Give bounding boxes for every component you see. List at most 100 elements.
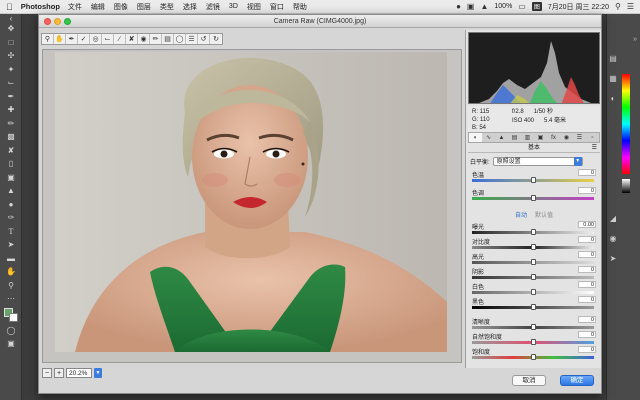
default-link[interactable]: 默认值 xyxy=(535,210,553,219)
toolbar-collapse-icon[interactable]: ‹ xyxy=(0,14,22,23)
color-sampler-icon[interactable]: ✓ xyxy=(78,34,90,44)
healing-tool-icon[interactable]: ✚ xyxy=(0,103,22,117)
cancel-button[interactable]: 取消 xyxy=(512,375,546,386)
slider-thumb[interactable] xyxy=(531,177,536,183)
slider-tint[interactable]: 色调 0 xyxy=(470,187,598,204)
slider-value-field[interactable]: 0 xyxy=(578,251,596,258)
path-select-icon[interactable]: ➤ xyxy=(0,238,22,252)
rotate-cw-icon[interactable]: ↻ xyxy=(210,34,222,44)
lasso-tool-icon[interactable]: ✣ xyxy=(0,49,22,63)
slider-value-field[interactable]: 0 xyxy=(578,346,596,353)
spot-removal-icon[interactable]: ✘ xyxy=(126,34,138,44)
brush-tool-icon[interactable]: ✏ xyxy=(0,117,22,131)
slider-value-field[interactable]: 0 xyxy=(578,296,596,303)
tab-detail-icon[interactable]: ▲ xyxy=(495,133,508,142)
menu-type[interactable]: 类型 xyxy=(160,2,174,12)
history-panel-icon[interactable]: ▤ xyxy=(608,54,618,64)
hand-icon[interactable]: ✋ xyxy=(54,34,66,44)
menu-edit[interactable]: 编辑 xyxy=(91,2,105,12)
image-preview[interactable] xyxy=(42,49,462,363)
slider-value-field[interactable]: 0 xyxy=(578,266,596,273)
rotate-ccw-icon[interactable]: ↺ xyxy=(198,34,210,44)
tab-hsl-icon[interactable]: ▤ xyxy=(508,133,521,142)
straighten-icon[interactable]: ∕ xyxy=(114,34,126,44)
quick-select-icon[interactable]: ✦ xyxy=(0,63,22,77)
tab-basic-icon[interactable]: ◐ xyxy=(469,133,482,142)
adjustment-brush-icon[interactable]: ✏ xyxy=(150,34,162,44)
zoom-tool-icon[interactable]: ⚲ xyxy=(0,279,22,293)
white-balance-icon[interactable]: ✒ xyxy=(66,34,78,44)
tab-presets-icon[interactable]: ☰ xyxy=(573,133,586,142)
menu-window[interactable]: 窗口 xyxy=(270,2,284,12)
blur-tool-icon[interactable]: ▲ xyxy=(0,184,22,198)
tab-effects-icon[interactable]: fx xyxy=(547,133,560,142)
minimize-window-icon[interactable] xyxy=(54,18,61,25)
quick-mask-icon[interactable]: ◯ xyxy=(0,324,22,338)
channels-panel-icon[interactable]: ◉ xyxy=(608,234,618,244)
slider-thumb[interactable] xyxy=(531,259,536,265)
portrait-photo[interactable] xyxy=(55,52,447,352)
zoom-dropdown-icon[interactable]: ▼ xyxy=(94,368,102,378)
app-menu[interactable]: Photoshop xyxy=(21,2,60,11)
tab-snapshots-icon[interactable]: ▫ xyxy=(586,133,599,142)
tab-camera-calibration-icon[interactable]: ◉ xyxy=(560,133,573,142)
history-brush-icon[interactable]: ✘ xyxy=(0,144,22,158)
clone-stamp-icon[interactable]: ▩ xyxy=(0,130,22,144)
display-icon[interactable]: ▣ xyxy=(467,2,475,11)
panel-menu-icon[interactable]: ☰ xyxy=(592,144,597,151)
chevron-down-icon[interactable]: ▼ xyxy=(573,156,582,166)
spotlight-icon[interactable]: ⚲ xyxy=(615,2,621,11)
type-tool-icon[interactable]: T xyxy=(0,225,22,239)
slider-value-field[interactable]: 0 xyxy=(578,236,596,243)
menu-select[interactable]: 选择 xyxy=(183,2,197,12)
slider-value-field[interactable]: 0 xyxy=(578,281,596,288)
eyedropper-tool-icon[interactable]: ✒ xyxy=(0,90,22,104)
battery-icon[interactable]: ▭ xyxy=(518,2,526,11)
properties-panel-icon[interactable]: ▦ xyxy=(608,74,618,84)
slider-value-field[interactable]: 0 xyxy=(578,331,596,338)
graduated-filter-icon[interactable]: ▤ xyxy=(162,34,174,44)
input-method-badge[interactable]: 图 xyxy=(531,2,542,11)
gradient-tool-icon[interactable]: ▣ xyxy=(0,171,22,185)
slider-temperature[interactable]: 色温 0 xyxy=(470,169,598,186)
crop-tool-icon[interactable]: ⌙ xyxy=(0,76,22,90)
apple-icon[interactable]:  xyxy=(6,2,13,12)
grayscale-ramp[interactable] xyxy=(622,179,630,193)
menu-file[interactable]: 文件 xyxy=(68,2,82,12)
slider-thumb[interactable] xyxy=(531,354,536,360)
zoom-window-icon[interactable] xyxy=(64,18,71,25)
adjustments-panel-icon[interactable]: ◐ xyxy=(608,94,618,104)
auto-link[interactable]: 自动 xyxy=(515,210,527,219)
slider-value-field[interactable]: 0 xyxy=(578,187,596,194)
zoom-icon[interactable]: ⚲ xyxy=(42,34,54,44)
slider-thumb[interactable] xyxy=(531,304,536,310)
slider-value-field[interactable]: 0 xyxy=(578,316,596,323)
slider-value-field[interactable]: 0.00 xyxy=(578,221,596,228)
notification-center-icon[interactable]: ☰ xyxy=(627,2,634,11)
menu-view[interactable]: 视图 xyxy=(247,2,261,12)
radial-filter-icon[interactable]: ◯ xyxy=(174,34,186,44)
wifi-icon[interactable]: ▲ xyxy=(480,2,488,11)
shape-tool-icon[interactable]: ▬ xyxy=(0,252,22,266)
color-swatches[interactable] xyxy=(0,306,22,324)
background-color-swatch[interactable] xyxy=(9,312,18,322)
ok-button[interactable]: 确定 xyxy=(560,375,594,386)
menu-filter[interactable]: 滤镜 xyxy=(206,2,220,12)
wechat-icon[interactable]: ● xyxy=(456,2,461,11)
color-spectrum[interactable] xyxy=(622,74,630,174)
slider-thumb[interactable] xyxy=(531,229,536,235)
pen-tool-icon[interactable]: ✑ xyxy=(0,211,22,225)
tab-lens-icon[interactable]: ▣ xyxy=(534,133,547,142)
paths-panel-icon[interactable]: ➤ xyxy=(608,254,618,264)
slider-blacks[interactable]: 黑色 0 xyxy=(470,296,598,313)
crop-icon[interactable]: ⌙ xyxy=(102,34,114,44)
slider-thumb[interactable] xyxy=(531,195,536,201)
menu-3d[interactable]: 3D xyxy=(229,3,238,10)
screen-mode-icon[interactable]: ▣ xyxy=(0,337,22,351)
dodge-tool-icon[interactable]: ● xyxy=(0,198,22,212)
layers-panel-icon[interactable]: ◢ xyxy=(608,214,618,224)
dock-collapse-icon[interactable]: » xyxy=(633,36,637,43)
slider-thumb[interactable] xyxy=(531,244,536,250)
menu-help[interactable]: 帮助 xyxy=(293,2,307,12)
red-eye-icon[interactable]: ◉ xyxy=(138,34,150,44)
